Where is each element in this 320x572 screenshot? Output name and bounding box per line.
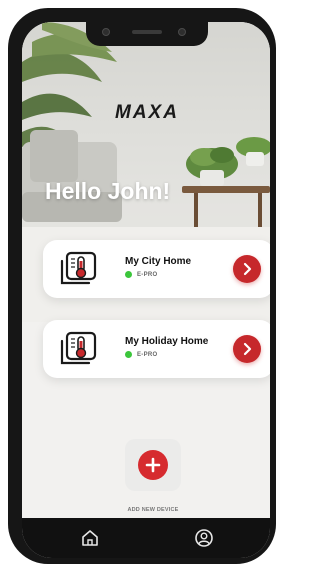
- chevron-right-icon: [243, 342, 252, 356]
- add-device-label: ADD NEW DEVICE: [127, 507, 179, 513]
- plus-icon: [145, 457, 161, 473]
- device-name: My City Home: [125, 256, 192, 267]
- device-status: E-PRO: [125, 351, 158, 358]
- device-card-holiday-home[interactable]: My Holiday Home E-PRO: [43, 320, 270, 378]
- open-device-button[interactable]: [233, 255, 261, 283]
- thermostat-icon: [59, 329, 101, 369]
- greeting-text: Hello John!: [45, 178, 171, 204]
- home-icon: [82, 530, 98, 546]
- phone-notch: [86, 22, 208, 46]
- open-device-button[interactable]: [233, 335, 261, 363]
- phone-frame: MAXA Hello John! My City Home E-PRO My H…: [8, 8, 276, 564]
- device-model: E-PRO: [137, 351, 158, 358]
- device-name: My Holiday Home: [125, 336, 209, 347]
- camera-dot: [102, 28, 110, 36]
- thermostat-icon: [59, 249, 101, 289]
- brand-logo: MAXA: [115, 102, 179, 123]
- add-device-button[interactable]: [138, 450, 168, 480]
- online-indicator: [125, 271, 132, 278]
- device-model: E-PRO: [137, 271, 158, 278]
- sensor-dot: [178, 28, 186, 36]
- chevron-right-icon: [243, 262, 252, 276]
- online-indicator: [125, 351, 132, 358]
- device-status: E-PRO: [125, 271, 158, 278]
- profile-tab[interactable]: [193, 527, 215, 549]
- app-screen: MAXA Hello John! My City Home E-PRO My H…: [22, 22, 270, 558]
- device-card-city-home[interactable]: My City Home E-PRO: [43, 240, 270, 298]
- add-device-tile[interactable]: [125, 439, 181, 491]
- speaker-grille: [132, 30, 162, 34]
- bottom-tab-bar: [22, 518, 270, 558]
- user-icon: [195, 529, 213, 547]
- home-tab[interactable]: [79, 527, 101, 549]
